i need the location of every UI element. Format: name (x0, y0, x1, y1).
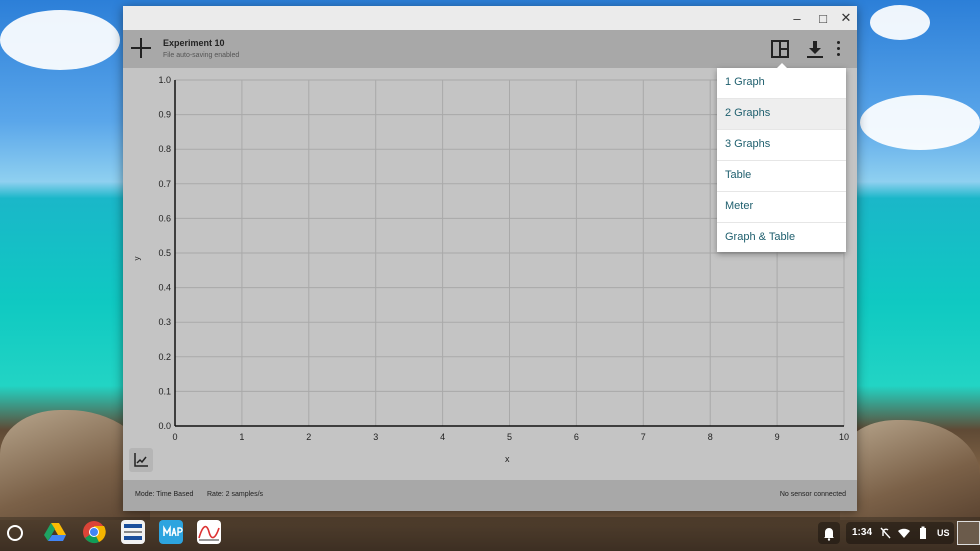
y-tick-label: 0.5 (158, 248, 171, 258)
x-tick-label: 3 (373, 432, 378, 442)
x-tick-label: 7 (641, 432, 646, 442)
keyboard-language[interactable]: US (937, 528, 950, 538)
chrome-icon[interactable] (82, 520, 106, 544)
y-tick-label: 0.4 (158, 283, 171, 293)
sensor-status: No sensor connected (779, 491, 846, 498)
maximize-button[interactable]: □ (811, 6, 835, 30)
layout-icon[interactable] (771, 40, 789, 58)
x-tick-label: 0 (172, 432, 177, 442)
download-icon[interactable] (804, 38, 826, 60)
launcher-icon[interactable] (7, 525, 23, 541)
y-tick-label: 0.1 (158, 386, 171, 396)
pearson-testnav-icon[interactable] (121, 520, 145, 544)
menu-item-meter[interactable]: Meter (717, 192, 846, 223)
menu-item-2-graphs[interactable]: 2 Graphs (717, 99, 846, 130)
map-icon[interactable] (159, 520, 183, 544)
app-toolbar: Experiment 10 File auto-saving enabled (123, 30, 857, 68)
menu-item-graph-and-table[interactable]: Graph & Table (717, 223, 846, 254)
menu-pointer (776, 63, 788, 69)
x-tick-label: 2 (306, 432, 311, 442)
x-tick-label: 10 (839, 432, 849, 442)
add-icon[interactable] (129, 36, 153, 60)
y-tick-label: 0.2 (158, 352, 171, 362)
wallpaper-rock (840, 420, 980, 520)
y-axis-title: y (132, 256, 142, 261)
x-tick-label: 5 (507, 432, 512, 442)
x-tick-label: 1 (239, 432, 244, 442)
x-tick-label: 9 (775, 432, 780, 442)
avatar[interactable] (957, 521, 980, 545)
wallpaper-cloud (0, 10, 120, 70)
y-tick-label: 0.8 (158, 144, 171, 154)
graph-settings-button[interactable] (129, 448, 153, 472)
clock[interactable]: 1:34 (852, 527, 872, 538)
x-axis-title: x (505, 454, 510, 464)
layout-menu: 1 Graph 2 Graphs 3 Graphs Table Meter Gr… (717, 63, 846, 254)
y-tick-label: 0.7 (158, 179, 171, 189)
menu-item-table[interactable]: Table (717, 161, 846, 192)
status-bar: Mode: Time Based Rate: 2 samples/s No se… (123, 480, 857, 511)
notification-bell-icon[interactable] (818, 522, 840, 544)
battery-icon (920, 526, 926, 539)
minimize-button[interactable]: – (785, 6, 809, 30)
google-drive-icon[interactable] (43, 520, 67, 544)
rate-status: Rate: 2 samples/s (207, 491, 264, 498)
mode-status: Mode: Time Based (135, 491, 194, 498)
wallpaper-cloud (860, 95, 980, 150)
graphing-app-icon[interactable] (197, 520, 221, 544)
x-tick-label: 8 (708, 432, 713, 442)
menu-item-1-graph[interactable]: 1 Graph (717, 68, 846, 99)
wifi-icon (898, 528, 910, 538)
x-tick-label: 6 (574, 432, 579, 442)
close-button[interactable]: ✕ (834, 6, 858, 30)
more-options-icon[interactable] (837, 41, 841, 59)
y-tick-label: 0.9 (158, 110, 171, 120)
menu-item-3-graphs[interactable]: 3 Graphs (717, 130, 846, 161)
notifications-off-icon (880, 527, 891, 539)
chart-line-icon (134, 453, 148, 467)
y-tick-label: 0.0 (158, 421, 171, 431)
y-tick-label: 0.3 (158, 317, 171, 327)
experiment-title: Experiment 10 (163, 38, 225, 48)
x-tick-label: 4 (440, 432, 445, 442)
y-tick-label: 0.6 (158, 213, 171, 223)
autosave-status: File auto-saving enabled (163, 52, 240, 59)
window-titlebar[interactable]: – □ ✕ (123, 6, 857, 30)
y-tick-label: 1.0 (158, 75, 171, 85)
wallpaper-cloud (870, 5, 930, 40)
